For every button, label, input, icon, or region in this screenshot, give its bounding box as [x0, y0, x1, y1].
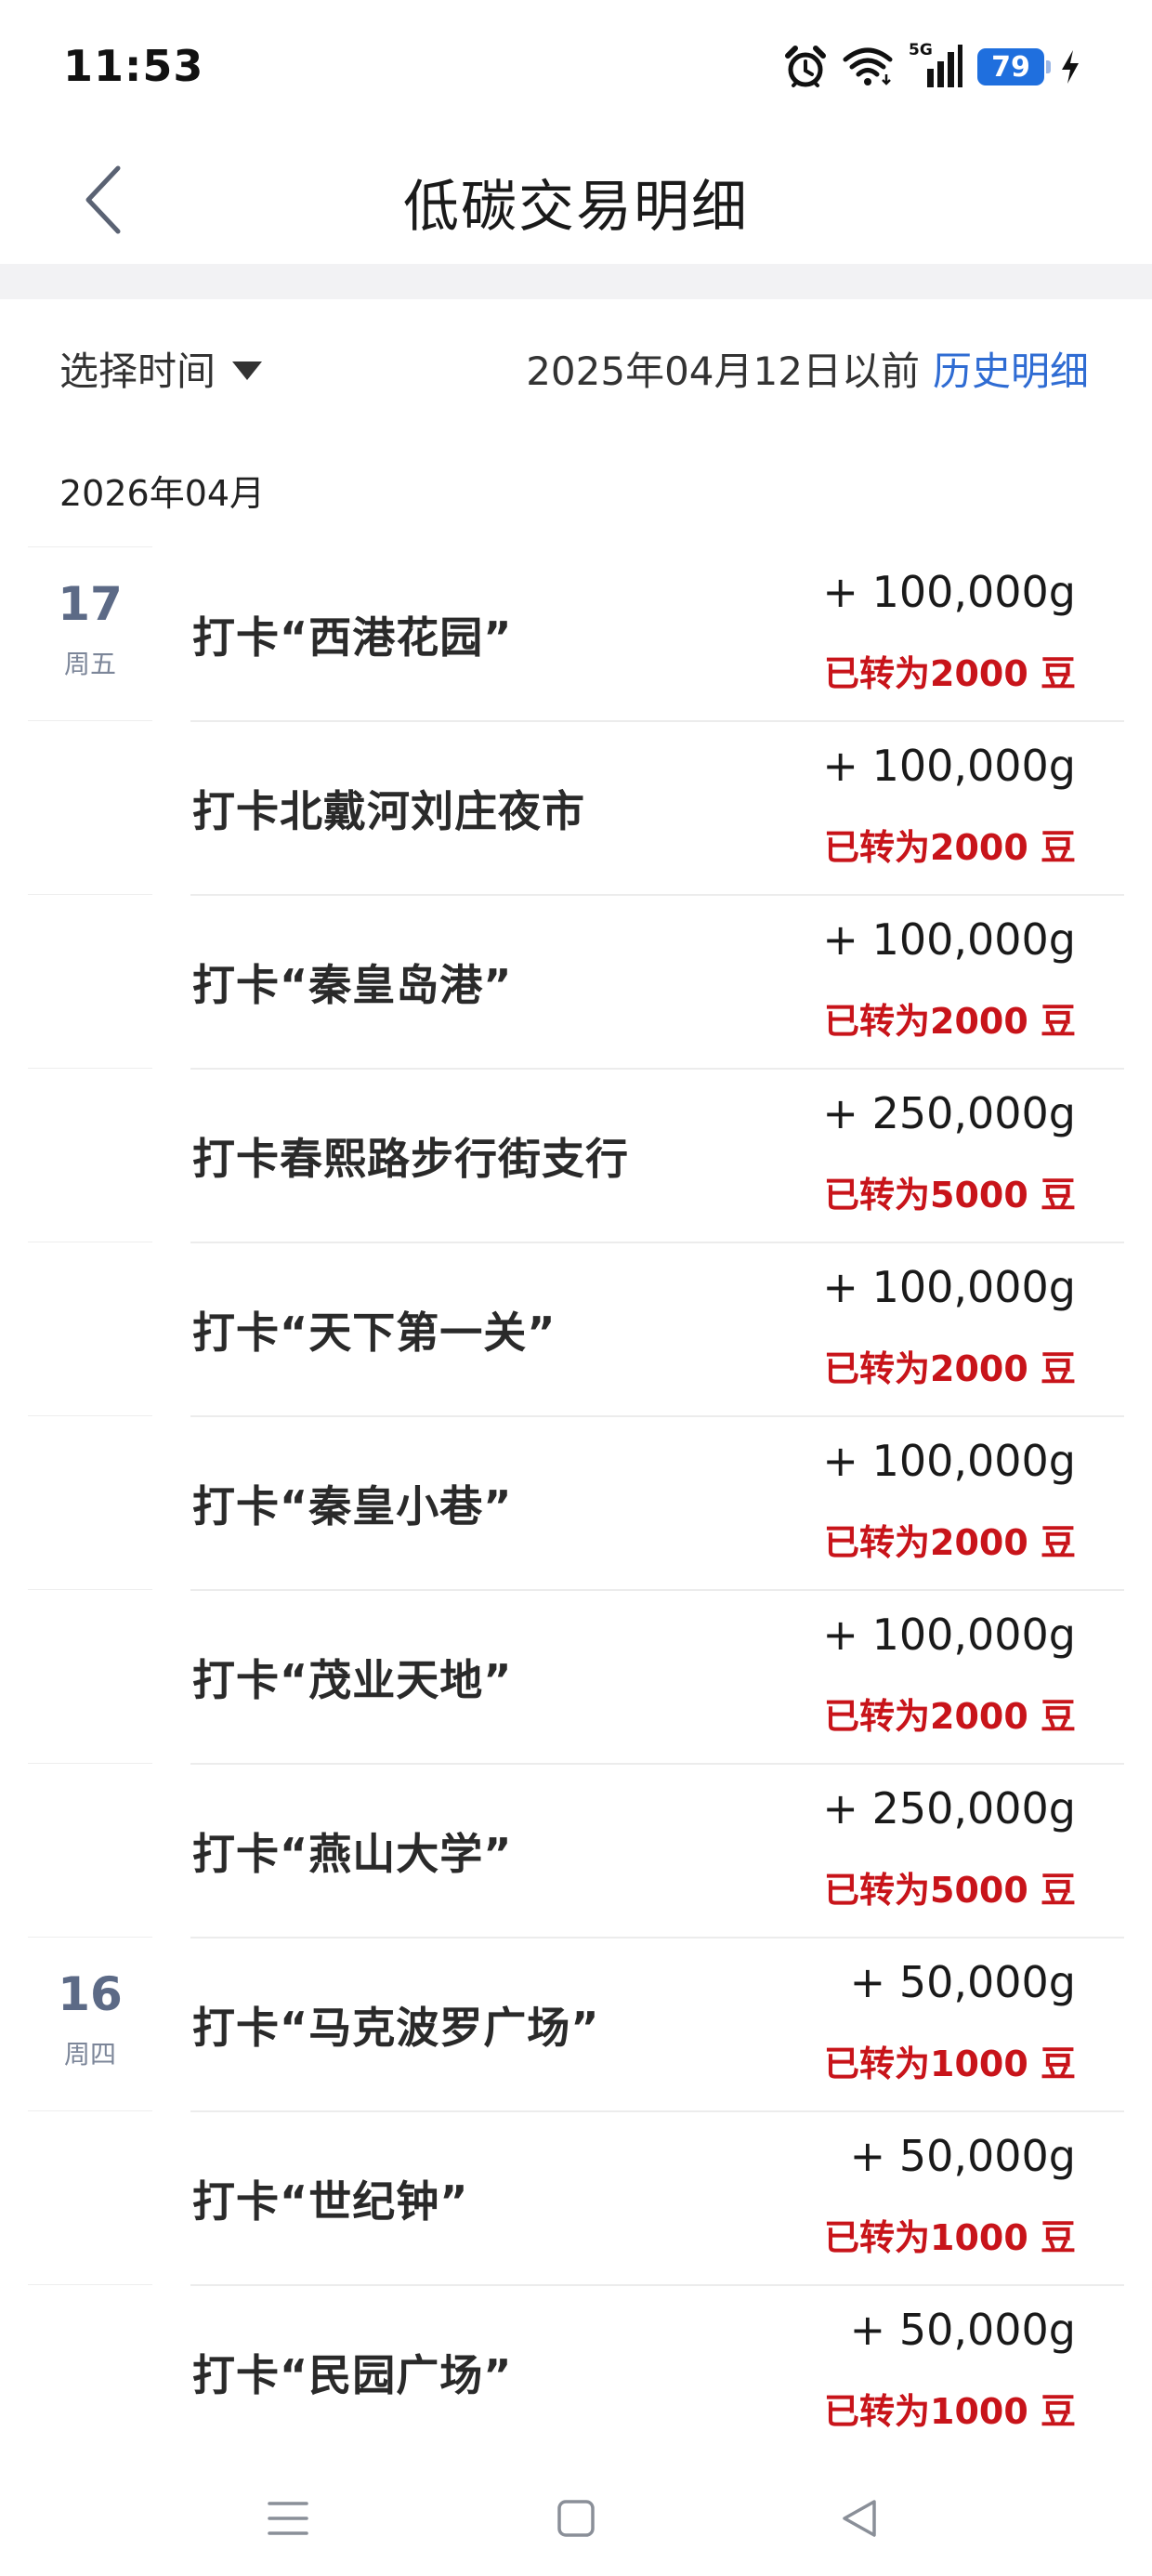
transaction-amount: + 100,000g — [822, 1610, 1076, 1660]
transaction-item: 打卡“民园广场” + 50,000g 已转为1000 豆 — [190, 2284, 1124, 2458]
transaction-title: 打卡“世纪钟” — [192, 2176, 469, 2227]
converted-status: 已转为2000 豆 — [824, 1522, 1076, 1563]
converted-status: 已转为1000 豆 — [824, 2391, 1076, 2432]
transaction-item: 打卡“天下第一关” + 100,000g 已转为2000 豆 — [190, 1242, 1124, 1417]
menu-icon — [268, 2502, 308, 2535]
table-row[interactable]: 打卡北戴河刘庄夜市 + 100,000g 已转为2000 豆 — [0, 720, 1152, 896]
transaction-amount: + 50,000g — [849, 2131, 1076, 2181]
transaction-amount: + 100,000g — [822, 567, 1076, 617]
converted-status: 已转为5000 豆 — [824, 1175, 1076, 1216]
table-row[interactable]: 打卡“燕山大学” + 250,000g 已转为5000 豆 — [0, 1763, 1152, 1939]
transaction-item: 打卡“马克波罗广场” + 50,000g 已转为1000 豆 — [190, 1937, 1124, 2112]
transaction-item: 打卡“茂业天地” + 100,000g 已转为2000 豆 — [190, 1589, 1124, 1765]
table-row[interactable]: 打卡春熙路步行街支行 + 250,000g 已转为5000 豆 — [0, 1068, 1152, 1243]
transaction-title: 打卡北戴河刘庄夜市 — [192, 786, 585, 836]
date-column — [28, 720, 152, 895]
date-column — [28, 1415, 152, 1590]
converted-status: 已转为2000 豆 — [824, 1348, 1076, 1389]
transaction-title: 打卡春熙路步行街支行 — [192, 1134, 629, 1184]
transaction-amount: + 100,000g — [822, 914, 1076, 965]
status-time: 11:53 — [63, 41, 204, 91]
transaction-title: 打卡“茂业天地” — [192, 1655, 513, 1705]
transaction-title: 打卡“秦皇岛港” — [192, 960, 513, 1010]
transaction-title: 打卡“天下第一关” — [192, 1308, 556, 1358]
transaction-item: 打卡“秦皇岛港” + 100,000g 已转为2000 豆 — [190, 894, 1124, 1070]
status-icons: 5G 79 — [784, 41, 1081, 93]
date-column — [28, 1242, 152, 1416]
converted-status: 已转为2000 豆 — [824, 653, 1076, 694]
date-column — [28, 2284, 152, 2459]
signal-icon: 5G — [909, 41, 962, 93]
transaction-amount: + 50,000g — [849, 2305, 1076, 2355]
transaction-amount: + 50,000g — [849, 1957, 1076, 2007]
status-bar: 11:53 5G 79 — [0, 0, 1152, 139]
wifi-icon — [842, 46, 894, 87]
charging-icon — [1059, 48, 1081, 85]
menu-button[interactable] — [251, 2481, 325, 2556]
table-row[interactable]: 17 周五 打卡“西港花园” + 100,000g 已转为2000 豆 — [0, 546, 1152, 722]
header: 低碳交易明细 — [0, 139, 1152, 262]
day-number: 16 — [58, 1967, 123, 2021]
weekday: 周四 — [63, 2039, 116, 2070]
converted-status: 已转为5000 豆 — [824, 1870, 1076, 1911]
home-square-icon — [557, 2500, 595, 2537]
transaction-item: 打卡“西港花园” + 100,000g 已转为2000 豆 — [190, 546, 1124, 722]
day-number: 17 — [58, 577, 123, 631]
time-select-label: 选择时间 — [59, 348, 216, 394]
converted-status: 已转为2000 豆 — [824, 1696, 1076, 1737]
transaction-title: 打卡“马克波罗广场” — [192, 2003, 600, 2053]
transaction-amount: + 100,000g — [822, 1436, 1076, 1486]
header-divider — [0, 264, 1152, 299]
page-title: 低碳交易明细 — [403, 175, 749, 240]
date-column: 17 周五 — [28, 546, 152, 721]
transaction-item: 打卡“世纪钟” + 50,000g 已转为1000 豆 — [190, 2110, 1124, 2286]
date-column — [28, 2110, 152, 2285]
table-row[interactable]: 打卡“秦皇小巷” + 100,000g 已转为2000 豆 — [0, 1415, 1152, 1591]
transaction-item: 打卡北戴河刘庄夜市 + 100,000g 已转为2000 豆 — [190, 720, 1124, 896]
back-triangle-icon — [843, 2500, 876, 2537]
caret-down-icon — [232, 361, 263, 380]
transaction-amount: + 100,000g — [822, 1262, 1076, 1312]
table-row[interactable]: 打卡“民园广场” + 50,000g 已转为1000 豆 — [0, 2284, 1152, 2458]
table-row[interactable]: 打卡“茂业天地” + 100,000g 已转为2000 豆 — [0, 1589, 1152, 1765]
date-column — [28, 1589, 152, 1764]
battery-level: 79 — [991, 50, 1030, 84]
transaction-amount: + 250,000g — [822, 1088, 1076, 1138]
converted-status: 已转为1000 豆 — [824, 2217, 1076, 2258]
battery-icon: 79 — [977, 48, 1051, 85]
converted-status: 已转为1000 豆 — [824, 2044, 1076, 2084]
transaction-title: 打卡“秦皇小巷” — [192, 1481, 513, 1531]
filter-row: 选择时间 2025年04月12日以前 历史明细 — [0, 299, 1152, 439]
transaction-title: 打卡“燕山大学” — [192, 1829, 513, 1879]
date-column: 16 周四 — [28, 1937, 152, 2111]
date-column — [28, 1068, 152, 1242]
before-date-text: 2025年04月12日以前 — [526, 348, 920, 394]
alarm-icon — [784, 45, 827, 89]
transaction-item: 打卡春熙路步行街支行 + 250,000g 已转为5000 豆 — [190, 1068, 1124, 1243]
home-button[interactable] — [539, 2481, 613, 2556]
page: 11:53 5G 79 低碳交易明细 选择时间 2025年04月12日以前 历史… — [0, 0, 1152, 2576]
table-row[interactable]: 16 周四 打卡“马克波罗广场” + 50,000g 已转为1000 豆 — [0, 1937, 1152, 2112]
table-row[interactable]: 打卡“世纪钟” + 50,000g 已转为1000 豆 — [0, 2110, 1152, 2286]
history-link[interactable]: 历史明细 — [933, 340, 1089, 397]
converted-status: 已转为2000 豆 — [824, 1001, 1076, 1042]
month-label: 2026年04月 — [59, 473, 266, 514]
filter-info: 2025年04月12日以前 历史明细 — [526, 340, 1089, 397]
transaction-title: 打卡“西港花园” — [192, 612, 513, 663]
table-row[interactable]: 打卡“天下第一关” + 100,000g 已转为2000 豆 — [0, 1242, 1152, 1417]
date-column — [28, 1763, 152, 1938]
date-column — [28, 894, 152, 1069]
table-row[interactable]: 打卡“秦皇岛港” + 100,000g 已转为2000 豆 — [0, 894, 1152, 1070]
transaction-amount: + 100,000g — [822, 741, 1076, 791]
transaction-title: 打卡“民园广场” — [192, 2350, 513, 2400]
converted-status: 已转为2000 豆 — [824, 827, 1076, 868]
weekday: 周五 — [63, 649, 116, 679]
time-select-dropdown[interactable]: 选择时间 — [59, 340, 263, 397]
back-nav-button[interactable] — [822, 2481, 897, 2556]
transaction-list: 17 周五 打卡“西港花园” + 100,000g 已转为2000 豆 打卡北戴… — [0, 546, 1152, 2458]
system-nav-bar — [0, 2453, 1152, 2576]
transaction-amount: + 250,000g — [822, 1783, 1076, 1833]
transaction-item: 打卡“燕山大学” + 250,000g 已转为5000 豆 — [190, 1763, 1124, 1939]
transaction-item: 打卡“秦皇小巷” + 100,000g 已转为2000 豆 — [190, 1415, 1124, 1591]
